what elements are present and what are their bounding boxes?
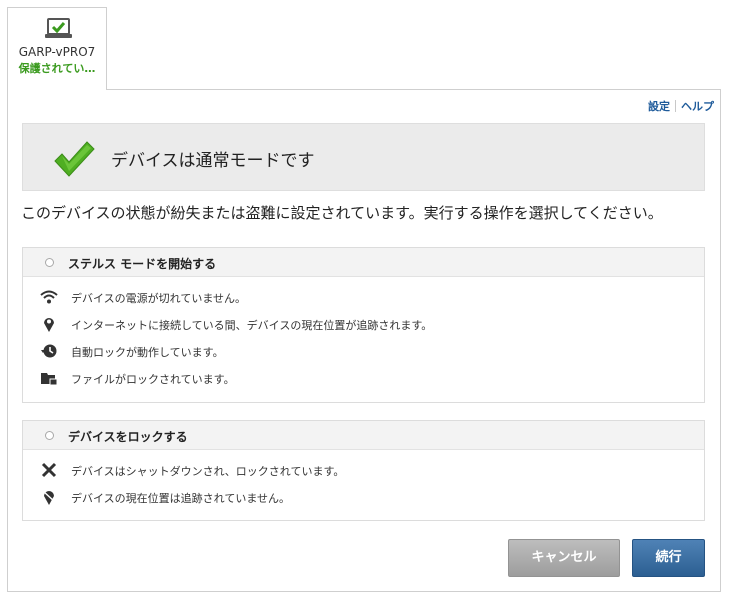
lock-device-radio[interactable] bbox=[45, 431, 54, 440]
cancel-button[interactable]: キャンセル bbox=[508, 539, 620, 577]
location-pin-off-icon bbox=[42, 490, 56, 505]
lock-device-option: デバイスをロックする デバイスはシャットダウンされ、ロックされています。 デバイ… bbox=[22, 420, 705, 521]
feature-row: デバイスの現在位置は追跡されていません。 bbox=[23, 483, 704, 510]
mode-banner: デバイスは通常モードです bbox=[22, 123, 705, 191]
clock-history-icon bbox=[41, 344, 57, 358]
close-x-icon bbox=[41, 462, 57, 478]
lock-device-label: デバイスをロックする bbox=[68, 430, 188, 444]
feature-text: インターネットに接続している間、デバイスの現在位置が追跡されます。 bbox=[71, 319, 433, 332]
laptop-check-icon bbox=[45, 18, 72, 38]
stealth-mode-option: ステルス モードを開始する デバイスの電源が切れていません。 インターネットに接… bbox=[22, 247, 705, 403]
settings-link[interactable]: 設定 bbox=[648, 100, 670, 113]
green-checkmark-icon bbox=[54, 141, 95, 177]
location-pin-icon bbox=[44, 318, 54, 332]
feature-text: ファイルがロックされています。 bbox=[71, 373, 235, 386]
folder-lock-icon bbox=[41, 373, 58, 386]
continue-button[interactable]: 続行 bbox=[632, 539, 705, 577]
wifi-icon bbox=[40, 290, 58, 304]
device-tab[interactable]: GARP-vPRO7 保護されてい… bbox=[7, 7, 107, 90]
device-status: 保護されてい… bbox=[18, 62, 96, 75]
top-links: 設定 ヘルプ bbox=[648, 98, 714, 114]
instruction-text: このデバイスの状態が紛失または盗難に設定されています。実行する操作を選択してくだ… bbox=[21, 204, 663, 222]
feature-text: デバイスはシャットダウンされ、ロックされています。 bbox=[71, 465, 345, 478]
feature-row: インターネットに接続している間、デバイスの現在位置が追跡されます。 bbox=[23, 310, 704, 337]
stealth-mode-radio[interactable] bbox=[45, 258, 54, 267]
feature-text: 自動ロックが動作しています。 bbox=[71, 346, 224, 359]
feature-row: ファイルがロックされています。 bbox=[23, 364, 704, 391]
feature-row: デバイスはシャットダウンされ、ロックされています。 bbox=[23, 456, 704, 483]
help-link[interactable]: ヘルプ bbox=[681, 100, 714, 113]
mode-title: デバイスは通常モードです bbox=[111, 151, 315, 171]
feature-row: 自動ロックが動作しています。 bbox=[23, 337, 704, 364]
link-divider bbox=[675, 100, 676, 112]
feature-row: デバイスの電源が切れていません。 bbox=[23, 283, 704, 310]
feature-text: デバイスの電源が切れていません。 bbox=[71, 292, 247, 305]
lock-device-header[interactable]: デバイスをロックする bbox=[23, 421, 704, 450]
stealth-mode-header[interactable]: ステルス モードを開始する bbox=[23, 248, 704, 277]
stealth-mode-label: ステルス モードを開始する bbox=[68, 257, 217, 271]
device-name: GARP-vPRO7 bbox=[18, 45, 96, 59]
feature-text: デバイスの現在位置は追跡されていません。 bbox=[71, 492, 291, 505]
